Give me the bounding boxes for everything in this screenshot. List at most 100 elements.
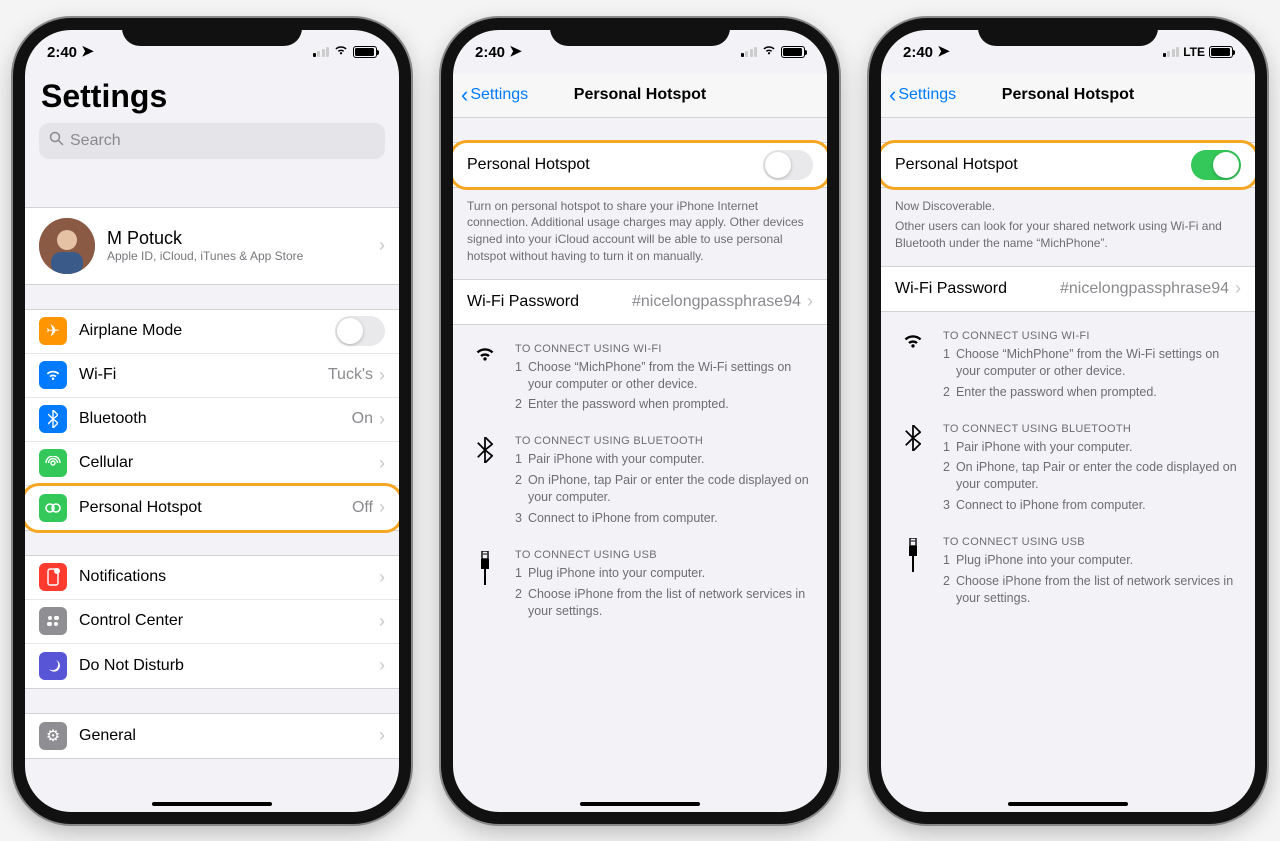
nav-title: Personal Hotspot bbox=[1002, 86, 1134, 104]
chevron-left-icon: ‹ bbox=[461, 84, 468, 106]
back-button[interactable]: ‹Settings bbox=[461, 84, 528, 106]
chevron-right-icon: › bbox=[379, 725, 385, 746]
status-time: 2:40 ➤ bbox=[47, 43, 94, 61]
notifications-cell[interactable]: Notifications › bbox=[25, 556, 399, 600]
screen-settings-root: 2:40 ➤ Settings Search M Potuck Apple ID… bbox=[25, 30, 399, 812]
personal-hotspot-cell[interactable]: Personal Hotspot Off › bbox=[25, 486, 399, 530]
wifi-icon bbox=[469, 343, 501, 418]
hotspot-toggle[interactable] bbox=[1191, 150, 1241, 180]
chevron-right-icon: › bbox=[379, 567, 385, 588]
list-item: 1Choose “MichPhone” from the Wi-Fi setti… bbox=[943, 346, 1239, 401]
cellular-signal-icon bbox=[313, 47, 330, 57]
home-indicator[interactable] bbox=[152, 802, 272, 806]
personal-hotspot-toggle-cell[interactable]: Personal Hotspot bbox=[881, 143, 1255, 187]
bluetooth-icon bbox=[39, 405, 67, 433]
screen-hotspot-on: 2:40 ➤ LTE ‹Settings Personal Hotspot Pe… bbox=[881, 30, 1255, 812]
list-item: 1Choose “MichPhone” from the Wi-Fi setti… bbox=[515, 359, 811, 414]
battery-icon bbox=[353, 46, 377, 58]
nav-bar: ‹Settings Personal Hotspot bbox=[881, 74, 1255, 118]
dnd-cell[interactable]: Do Not Disturb › bbox=[25, 644, 399, 688]
notch bbox=[122, 18, 302, 46]
page-title: Settings bbox=[25, 74, 399, 123]
status-indicators bbox=[313, 43, 378, 60]
wifi-icon bbox=[39, 361, 67, 389]
status-indicators: LTE bbox=[1163, 45, 1233, 59]
profile-name: M Potuck bbox=[107, 228, 379, 249]
avatar bbox=[39, 218, 95, 274]
status-time: 2:40 ➤ bbox=[903, 43, 950, 61]
chevron-right-icon: › bbox=[379, 453, 385, 474]
dnd-icon bbox=[39, 652, 67, 680]
wifi-icon bbox=[333, 43, 349, 60]
bluetooth-cell[interactable]: Bluetooth On › bbox=[25, 398, 399, 442]
back-button[interactable]: ‹Settings bbox=[889, 84, 956, 106]
search-placeholder: Search bbox=[70, 132, 121, 150]
connect-bluetooth-block: TO CONNECT USING BLUETOOTH 1Pair iPhone … bbox=[881, 423, 1255, 537]
chevron-right-icon: › bbox=[379, 611, 385, 632]
general-cell[interactable]: ⚙ General › bbox=[25, 714, 399, 758]
cellular-signal-icon bbox=[741, 47, 758, 57]
usb-icon bbox=[897, 536, 929, 611]
profile-sub: Apple ID, iCloud, iTunes & App Store bbox=[107, 249, 379, 263]
status-indicators bbox=[741, 43, 806, 60]
list-item: 1Plug iPhone into your computer. 2Choose… bbox=[943, 552, 1239, 607]
connect-usb-block: TO CONNECT USING USB 1Plug iPhone into y… bbox=[453, 549, 827, 642]
phone-mockup-3: 2:40 ➤ LTE ‹Settings Personal Hotspot Pe… bbox=[869, 18, 1267, 824]
airplane-mode-cell[interactable]: ✈ Airplane Mode bbox=[25, 310, 399, 354]
gear-icon: ⚙ bbox=[39, 722, 67, 750]
connect-wifi-block: TO CONNECT USING WI-FI 1Choose “MichPhon… bbox=[453, 343, 827, 436]
wifi-password-cell[interactable]: Wi-Fi Password #nicelongpassphrase94 › bbox=[881, 267, 1255, 311]
hotspot-hint: Turn on personal hotspot to share your i… bbox=[453, 188, 827, 279]
connect-usb-block: TO CONNECT USING USB 1Plug iPhone into y… bbox=[881, 536, 1255, 629]
home-indicator[interactable] bbox=[1008, 802, 1128, 806]
bluetooth-icon bbox=[897, 423, 929, 519]
notch bbox=[550, 18, 730, 46]
status-time: 2:40 ➤ bbox=[475, 43, 522, 61]
chevron-right-icon: › bbox=[1235, 278, 1241, 299]
connect-bluetooth-block: TO CONNECT USING BLUETOOTH 1Pair iPhone … bbox=[453, 435, 827, 549]
personal-hotspot-toggle-cell[interactable]: Personal Hotspot bbox=[453, 143, 827, 187]
cellular-signal-icon bbox=[1163, 47, 1180, 57]
settings-group-notifications: Notifications › Control Center › Do Not … bbox=[25, 555, 399, 689]
nav-bar: ‹Settings Personal Hotspot bbox=[453, 74, 827, 118]
nav-title: Personal Hotspot bbox=[574, 86, 706, 104]
airplane-toggle[interactable] bbox=[335, 316, 385, 346]
wifi-password-cell[interactable]: Wi-Fi Password #nicelongpassphrase94 › bbox=[453, 280, 827, 324]
chevron-right-icon: › bbox=[379, 235, 385, 256]
cellular-icon bbox=[39, 449, 67, 477]
phone-mockup-1: 2:40 ➤ Settings Search M Potuck Apple ID… bbox=[13, 18, 411, 824]
wifi-cell[interactable]: Wi-Fi Tuck's › bbox=[25, 354, 399, 398]
wifi-icon bbox=[897, 330, 929, 405]
search-icon bbox=[49, 131, 64, 151]
search-input[interactable]: Search bbox=[39, 123, 385, 159]
list-item: 1Pair iPhone with your computer. 2On iPh… bbox=[943, 439, 1239, 515]
phone-mockup-2: 2:40 ➤ ‹Settings Personal Hotspot Person… bbox=[441, 18, 839, 824]
chevron-left-icon: ‹ bbox=[889, 84, 896, 106]
chevron-right-icon: › bbox=[807, 291, 813, 312]
apple-id-cell[interactable]: M Potuck Apple ID, iCloud, iTunes & App … bbox=[25, 208, 399, 284]
control-center-cell[interactable]: Control Center › bbox=[25, 600, 399, 644]
usb-icon bbox=[469, 549, 501, 624]
hotspot-toggle[interactable] bbox=[763, 150, 813, 180]
chevron-right-icon: › bbox=[379, 409, 385, 430]
battery-icon bbox=[781, 46, 805, 58]
list-item: 1Pair iPhone with your computer. 2On iPh… bbox=[515, 451, 811, 527]
battery-icon bbox=[1209, 46, 1233, 58]
list-item: 1Plug iPhone into your computer. 2Choose… bbox=[515, 565, 811, 620]
connect-wifi-block: TO CONNECT USING WI-FI 1Choose “MichPhon… bbox=[881, 330, 1255, 423]
bluetooth-icon bbox=[469, 435, 501, 531]
wifi-icon bbox=[761, 43, 777, 60]
chevron-right-icon: › bbox=[379, 497, 385, 518]
notch bbox=[978, 18, 1158, 46]
cellular-cell[interactable]: Cellular › bbox=[25, 442, 399, 486]
screen-hotspot-off: 2:40 ➤ ‹Settings Personal Hotspot Person… bbox=[453, 30, 827, 812]
hotspot-icon bbox=[39, 494, 67, 522]
home-indicator[interactable] bbox=[580, 802, 700, 806]
settings-group-general: ⚙ General › bbox=[25, 713, 399, 759]
chevron-right-icon: › bbox=[379, 365, 385, 386]
airplane-icon: ✈ bbox=[39, 317, 67, 345]
control-center-icon bbox=[39, 607, 67, 635]
notifications-icon bbox=[39, 563, 67, 591]
settings-group-connectivity: ✈ Airplane Mode Wi-Fi Tuck's › Bluetooth… bbox=[25, 309, 399, 531]
chevron-right-icon: › bbox=[379, 655, 385, 676]
